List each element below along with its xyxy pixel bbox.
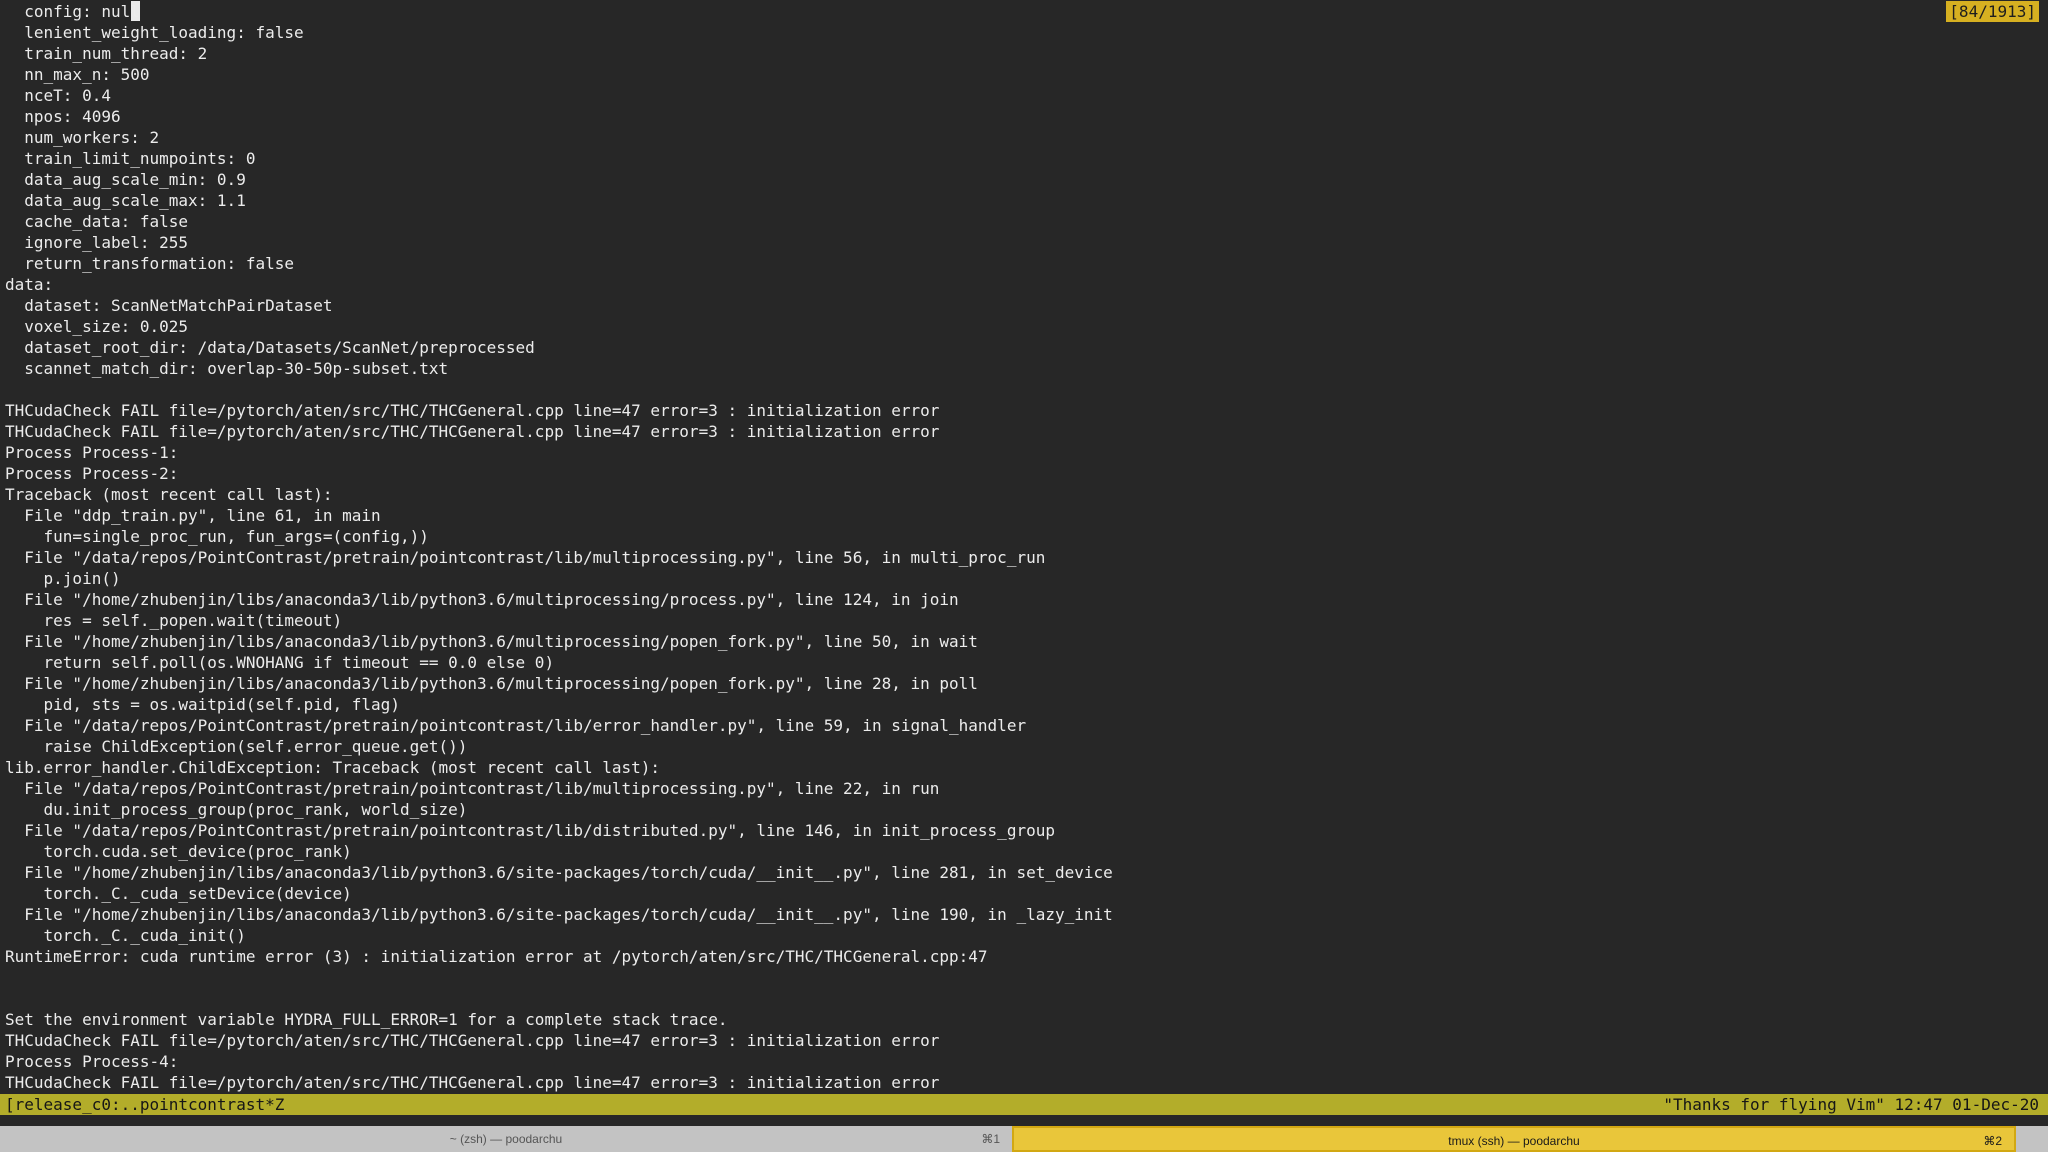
terminal-line: File "/home/zhubenjin/libs/anaconda3/lib… (5, 632, 978, 651)
terminal-line: data_aug_scale_min: 0.9 (5, 170, 246, 189)
terminal-line: Process Process-4: (5, 1052, 179, 1071)
terminal-line: res = self._popen.wait(timeout) (5, 611, 343, 630)
terminal-line: File "/data/repos/PointContrast/pretrain… (5, 548, 1046, 567)
scroll-position-indicator: [84/1913] (1946, 1, 2039, 22)
terminal-line: config: null (5, 2, 140, 21)
terminal-line: train_limit_numpoints: 0 (5, 149, 256, 168)
terminal-line: nn_max_n: 500 (5, 65, 150, 84)
terminal-line: cache_data: false (5, 212, 189, 231)
terminal-line: lenient_weight_loading: false (5, 23, 304, 42)
terminal-line: THCudaCheck FAIL file=/pytorch/aten/src/… (5, 401, 940, 420)
terminal-line: lib.error_handler.ChildException: Traceb… (5, 758, 661, 777)
terminal-window[interactable]: [84/1913] config: null lenient_weight_lo… (0, 0, 2048, 1094)
tab-zsh-title: ~ (zsh) — poodarchu (449, 1132, 563, 1146)
terminal-line: File "/home/zhubenjin/libs/anaconda3/lib… (5, 863, 1113, 882)
terminal-line: File "/data/repos/PointContrast/pretrain… (5, 821, 1055, 840)
tmux-session-label: [release_c0:..pointcontrast*Z (5, 1095, 285, 1114)
tmux-status-bar: [release_c0:..pointcontrast*Z "Thanks fo… (0, 1094, 2048, 1115)
terminal-line: Set the environment variable HYDRA_FULL_… (5, 1010, 728, 1029)
terminal-line: File "/data/repos/PointContrast/pretrain… (5, 716, 1027, 735)
terminal-line: raise ChildException(self.error_queue.ge… (5, 737, 468, 756)
terminal-line: num_workers: 2 (5, 128, 160, 147)
terminal-line: File "/data/repos/PointContrast/pretrain… (5, 779, 940, 798)
tab-zsh-shortcut: ⌘1 (981, 1132, 1000, 1146)
terminal-line: ignore_label: 255 (5, 233, 189, 252)
terminal-line: p.join() (5, 569, 121, 588)
tab-bar: ~ (zsh) — poodarchu ⌘1 tmux (ssh) — pood… (0, 1126, 2048, 1152)
terminal-line: File "/home/zhubenjin/libs/anaconda3/lib… (5, 674, 978, 693)
terminal-line: du.init_process_group(proc_rank, world_s… (5, 800, 468, 819)
terminal-line: data_aug_scale_max: 1.1 (5, 191, 246, 210)
terminal-line: torch._C._cuda_setDevice(device) (5, 884, 352, 903)
terminal-line: RuntimeError: cuda runtime error (3) : i… (5, 947, 988, 966)
terminal-line: scannet_match_dir: overlap-30-50p-subset… (5, 359, 449, 378)
terminal-line: pid, sts = os.waitpid(self.pid, flag) (5, 695, 400, 714)
tab-tmux-shortcut: ⌘2 (1983, 1134, 2002, 1148)
terminal-line: nceT: 0.4 (5, 86, 111, 105)
terminal-line: dataset_root_dir: /data/Datasets/ScanNet… (5, 338, 535, 357)
terminal-line: THCudaCheck FAIL file=/pytorch/aten/src/… (5, 1031, 940, 1050)
terminal-line: npos: 4096 (5, 107, 121, 126)
terminal-line: File "/home/zhubenjin/libs/anaconda3/lib… (5, 905, 1113, 924)
terminal-line: torch._C._cuda_init() (5, 926, 246, 945)
terminal-line: data: (5, 275, 54, 294)
tab-zsh[interactable]: ~ (zsh) — poodarchu ⌘1 (0, 1126, 1012, 1152)
terminal-line: THCudaCheck FAIL file=/pytorch/aten/src/… (5, 422, 940, 441)
terminal-line: voxel_size: 0.025 (5, 317, 189, 336)
terminal-line: fun=single_proc_run, fun_args=(config,)) (5, 527, 429, 546)
terminal-line: dataset: ScanNetMatchPairDataset (5, 296, 333, 315)
terminal-line: Process Process-2: (5, 464, 179, 483)
terminal-line: THCudaCheck FAIL file=/pytorch/aten/src/… (5, 1073, 940, 1092)
tab-tmux[interactable]: tmux (ssh) — poodarchu ⌘2 (1012, 1126, 2016, 1152)
terminal-line: torch.cuda.set_device(proc_rank) (5, 842, 352, 861)
terminal-line: File "ddp_train.py", line 61, in main (5, 506, 381, 525)
new-tab-area[interactable] (2016, 1126, 2048, 1152)
terminal-line: train_num_thread: 2 (5, 44, 208, 63)
terminal-padding (0, 1115, 2048, 1126)
terminal-line: Process Process-1: (5, 443, 179, 462)
terminal-line: Traceback (most recent call last): (5, 485, 333, 504)
tmux-status-right: "Thanks for flying Vim" 12:47 01-Dec-20 (1663, 1095, 2039, 1114)
terminal-line: return_transformation: false (5, 254, 294, 273)
terminal-line: File "/home/zhubenjin/libs/anaconda3/lib… (5, 590, 959, 609)
terminal-line: return self.poll(os.WNOHANG if timeout =… (5, 653, 555, 672)
tab-tmux-title: tmux (ssh) — poodarchu (1448, 1134, 1580, 1148)
